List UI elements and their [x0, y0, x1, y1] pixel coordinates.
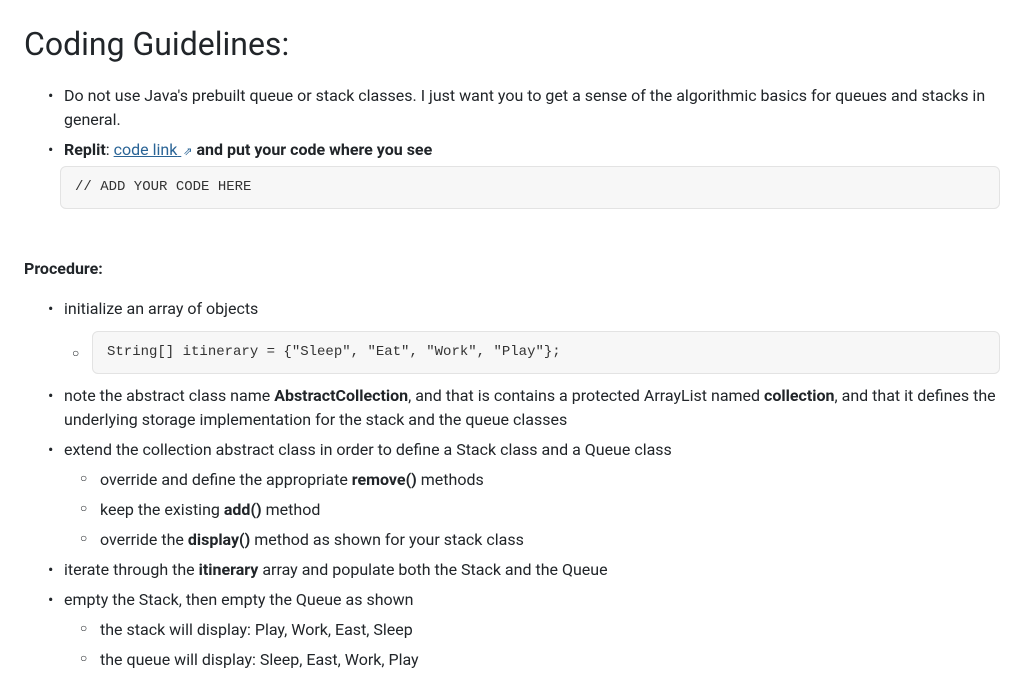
text-bold: itinerary [199, 560, 259, 579]
text-fragment: method as shown for your stack class [250, 530, 524, 549]
procedure-item-2: note the abstract class name AbstractCol… [48, 384, 1000, 432]
sub-item: keep the existing add() method [80, 498, 1000, 522]
colon: : [106, 140, 114, 159]
text-fragment: override and define the appropriate [100, 470, 352, 489]
guideline-item-1: Do not use Java's prebuilt queue or stac… [48, 84, 1000, 132]
text-fragment: iterate through the [64, 560, 199, 579]
text-fragment: override the [100, 530, 188, 549]
code-text: String[] itinerary = {"Sleep", "Eat", "W… [107, 344, 561, 360]
guideline-text: Do not use Java's prebuilt queue or stac… [64, 86, 985, 129]
text-bold: remove() [352, 470, 417, 489]
replit-label: Replit [64, 140, 106, 159]
sub-item: the stack will display: Play, Work, East… [80, 618, 1000, 642]
procedure-item-5: empty the Stack, then empty the Queue as… [48, 588, 1000, 672]
procedure-item-4: iterate through the itinerary array and … [48, 558, 1000, 582]
sub-item: override and define the appropriate remo… [80, 468, 1000, 492]
procedure-heading: Procedure: [24, 257, 1000, 281]
procedure-item-3: extend the collection abstract class in … [48, 438, 1000, 552]
circle-bullet-icon: ○ [72, 344, 80, 362]
procedure-item-1: initialize an array of objects ○ String[… [48, 297, 1000, 378]
code-link[interactable]: code link ⇗ [114, 140, 193, 159]
text-fragment: note the abstract class name [64, 386, 274, 405]
text-fragment: methods [417, 470, 484, 489]
procedure-sublist-5: the stack will display: Play, Work, East… [64, 618, 1000, 672]
text-bold: add() [224, 500, 262, 519]
text-fragment: keep the existing [100, 500, 224, 519]
sub-item: the queue will display: Sleep, East, Wor… [80, 648, 1000, 672]
guideline-item-2: Replit: code link ⇗ and put your code wh… [48, 138, 1000, 209]
replit-suffix: and put your code where you see [193, 140, 433, 159]
procedure-list: initialize an array of objects ○ String[… [24, 297, 1000, 672]
text-fragment: array and populate both the Stack and th… [258, 560, 607, 579]
text-bold: AbstractCollection [274, 386, 408, 405]
procedure-text: empty the Stack, then empty the Queue as… [64, 590, 414, 609]
code-link-text: code link [114, 140, 178, 159]
code-block-itinerary: String[] itinerary = {"Sleep", "Eat", "W… [92, 331, 1000, 374]
code-block-addcode: // ADD YOUR CODE HERE [60, 166, 1000, 209]
external-link-icon: ⇗ [183, 144, 192, 161]
procedure-text: extend the collection abstract class in … [64, 440, 672, 459]
text-fragment: the queue will display: Sleep, East, Wor… [100, 650, 419, 669]
text-fragment: the stack will display: Play, Work, East… [100, 620, 413, 639]
text-fragment: method [262, 500, 321, 519]
text-bold: collection [764, 386, 834, 405]
procedure-sublist-3: override and define the appropriate remo… [64, 468, 1000, 552]
guidelines-list: Do not use Java's prebuilt queue or stac… [24, 84, 1000, 209]
text-bold: display() [188, 530, 250, 549]
text-fragment: , and that is contains a protected Array… [408, 386, 764, 405]
page-heading: Coding Guidelines: [24, 20, 1000, 68]
procedure-heading-text: Procedure [24, 259, 98, 278]
procedure-text: initialize an array of objects [64, 299, 258, 318]
code-text: // ADD YOUR CODE HERE [75, 179, 251, 195]
sub-item: override the display() method as shown f… [80, 528, 1000, 552]
